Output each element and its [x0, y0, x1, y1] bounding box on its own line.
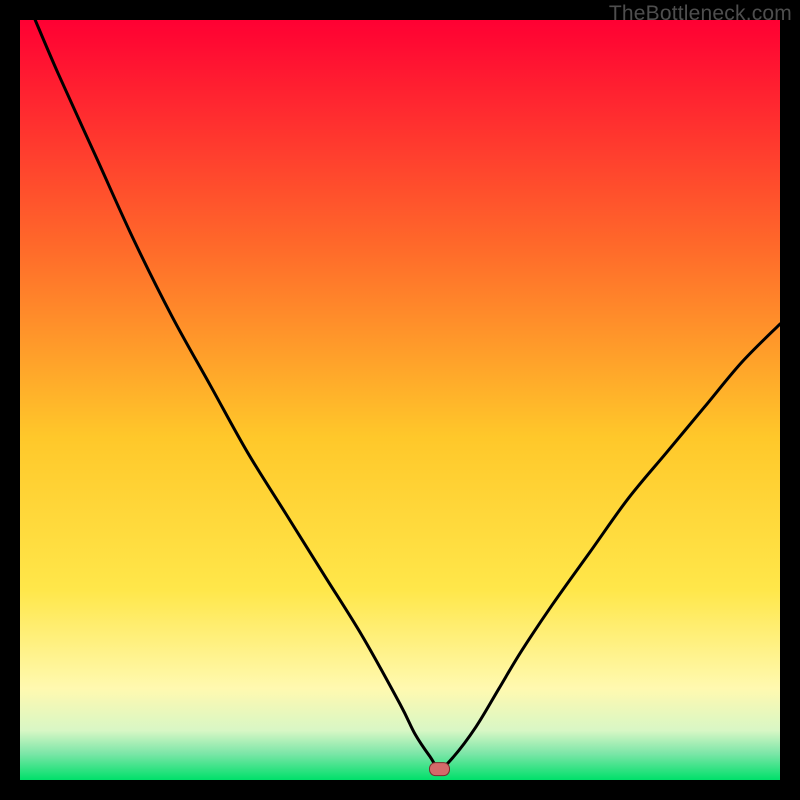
- gradient-background: [20, 20, 780, 780]
- bottleneck-chart: [20, 20, 780, 780]
- chart-frame: TheBottleneck.com: [0, 0, 800, 800]
- minimum-marker: [430, 763, 450, 776]
